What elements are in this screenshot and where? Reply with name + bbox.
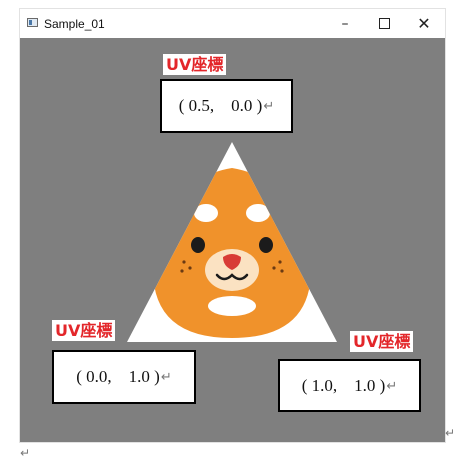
coord-box-left: ( 0.0, 1.0 ) ↵ (52, 350, 196, 404)
uv-tag-left: UV座標 (52, 320, 116, 341)
app-icon (27, 18, 38, 27)
coord-value-left: ( 0.0, 1.0 ) (76, 367, 160, 386)
maximize-button[interactable] (364, 9, 404, 38)
return-icon: ↵ (263, 98, 275, 113)
close-icon: ✕ (417, 14, 431, 33)
maximize-icon (378, 18, 390, 29)
coord-value-top: ( 0.5, 0.0 ) (178, 96, 263, 115)
minimize-button[interactable]: – (325, 9, 365, 38)
uv-tag-right: UV座標 (350, 331, 414, 352)
return-icon: ↵ (20, 446, 31, 460)
cat-eye-right (259, 237, 273, 253)
close-button[interactable]: ✕ (404, 9, 444, 38)
coord-box-top: ( 0.5, 0.0 ) ↵ (160, 79, 293, 133)
chin-spot (208, 296, 256, 316)
coord-value-right: ( 1.0, 1.0 ) (301, 375, 386, 395)
title-bar[interactable]: Sample_01 – ✕ (20, 9, 445, 38)
coord-box-right: ( 1.0, 1.0 ) ↵ (278, 359, 421, 412)
uv-tag-top: UV座標 (163, 54, 227, 75)
app-window: Sample_01 – ✕ UV座標 (0.5, 0.0) ↵ UV座標 (… (20, 9, 445, 442)
render-canvas: UV座標 ( 0.5, 0.0 ) ↵ UV座標 ( 0.0, 1.0 ) ↵ UV… (20, 38, 445, 442)
return-icon: ↵ (386, 377, 398, 393)
minimize-icon: – (341, 15, 349, 32)
return-icon: ↵ (445, 426, 456, 440)
window-title: Sample_01 (44, 17, 105, 31)
return-icon: ↵ (160, 369, 172, 384)
head-spot-left (194, 204, 218, 222)
head-spot-right (246, 204, 270, 222)
cat-eye-left (191, 237, 205, 253)
